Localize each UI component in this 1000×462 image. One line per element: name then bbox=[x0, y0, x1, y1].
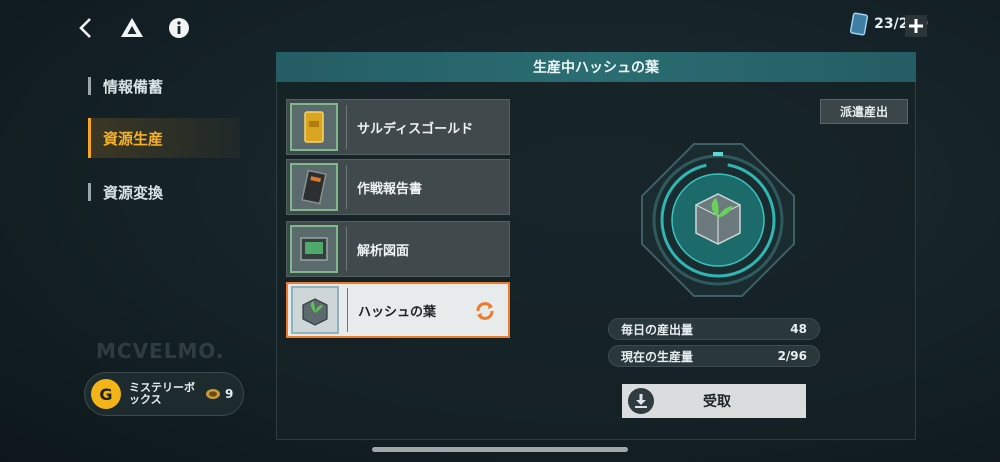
resource-name: 解析図面 bbox=[357, 243, 410, 259]
info-button[interactable] bbox=[165, 14, 193, 42]
daily-output-stat: 毎日の産出量 48 bbox=[608, 318, 820, 340]
nav-item-intel-storage[interactable]: 情報備蓄 bbox=[88, 66, 240, 106]
nav-indicator bbox=[88, 183, 91, 201]
resource-thumb bbox=[290, 225, 338, 273]
nav-indicator bbox=[88, 77, 91, 95]
report-book-icon bbox=[301, 169, 327, 205]
drive-button[interactable] bbox=[118, 14, 146, 42]
triangle-logo-icon bbox=[121, 18, 143, 37]
back-button[interactable] bbox=[72, 14, 100, 42]
add-currency-button[interactable] bbox=[905, 15, 927, 37]
nav-item-resource-conversion[interactable]: 資源変換 bbox=[88, 172, 240, 212]
claim-button[interactable]: 受取 bbox=[622, 384, 806, 418]
claim-label: 受取 bbox=[703, 394, 731, 410]
mystery-box-icon: G bbox=[91, 379, 121, 409]
nav-item-resource-production[interactable]: 資源生産 bbox=[88, 118, 240, 158]
item-divider bbox=[346, 227, 347, 271]
plant-cube-icon bbox=[302, 298, 328, 326]
mystery-box-button[interactable]: G ミステリーボックス 9 bbox=[84, 372, 244, 416]
resource-item-analysis-blueprint[interactable]: 解析図面 bbox=[286, 221, 510, 277]
resource-name: サルディスゴールド bbox=[357, 121, 474, 137]
blueprint-icon bbox=[300, 237, 328, 261]
resource-item-sardis-gold[interactable]: サルディスゴールド bbox=[286, 99, 510, 155]
resource-name: ハッシュの葉 bbox=[358, 304, 437, 320]
production-emblem bbox=[641, 143, 795, 297]
brand-watermark: MCVELMO. bbox=[96, 339, 225, 363]
current-production-stat: 現在の生産量 2/96 bbox=[608, 345, 820, 367]
mystery-box-count: 9 bbox=[205, 387, 233, 401]
home-indicator[interactable] bbox=[372, 447, 628, 452]
item-divider bbox=[347, 288, 348, 332]
token-icon bbox=[206, 389, 220, 399]
dispatch-production-button[interactable]: 派遣産出 bbox=[820, 99, 908, 124]
stat-label: 現在の生産量 bbox=[621, 349, 694, 364]
resource-item-battle-report[interactable]: 作戦報告書 bbox=[286, 159, 510, 215]
mystery-box-label: ミステリーボックス bbox=[129, 381, 195, 406]
producing-refresh-icon bbox=[476, 302, 494, 320]
resource-thumb bbox=[290, 103, 338, 151]
resource-item-hash-leaf[interactable]: ハッシュの葉 bbox=[286, 282, 510, 338]
hash-leaf-cube-icon bbox=[695, 193, 741, 245]
nav-item-label: 資源生産 bbox=[103, 129, 164, 148]
plus-icon bbox=[909, 19, 923, 33]
crystal-card-icon bbox=[850, 12, 869, 36]
nav-item-label: 資源変換 bbox=[103, 183, 164, 202]
stat-value: 2/96 bbox=[777, 349, 807, 363]
panel-title: 生産中ハッシュの葉 bbox=[276, 52, 916, 82]
resource-thumb bbox=[290, 163, 338, 211]
stat-value: 48 bbox=[790, 322, 807, 336]
nav-indicator bbox=[88, 118, 91, 158]
resource-name: 作戦報告書 bbox=[357, 181, 423, 197]
gold-bar-icon bbox=[304, 111, 324, 143]
resource-thumb bbox=[291, 286, 339, 334]
nav-item-label: 情報備蓄 bbox=[103, 77, 164, 96]
item-divider bbox=[346, 105, 347, 149]
download-icon bbox=[628, 388, 654, 414]
stat-label: 毎日の産出量 bbox=[621, 322, 694, 337]
item-divider bbox=[346, 165, 347, 209]
mystery-box-count-value: 9 bbox=[225, 387, 234, 401]
chevron-left-icon bbox=[79, 18, 91, 38]
info-icon bbox=[169, 18, 189, 38]
